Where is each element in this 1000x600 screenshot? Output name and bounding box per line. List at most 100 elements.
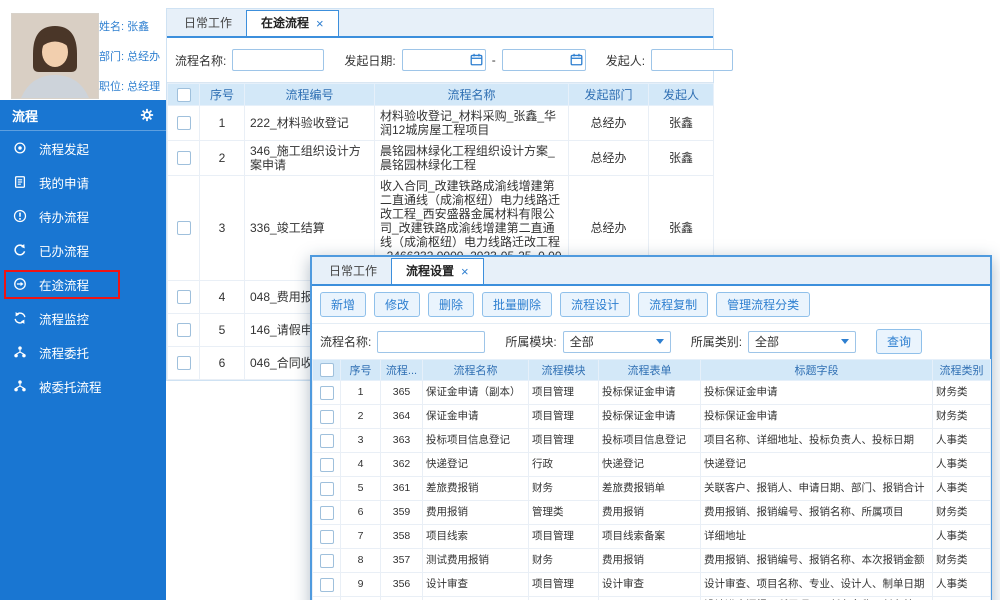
chevron-down-icon bbox=[841, 339, 849, 344]
checkbox[interactable] bbox=[320, 554, 334, 568]
checkbox[interactable] bbox=[320, 506, 334, 520]
cell-no: 4 bbox=[200, 281, 245, 314]
table-row[interactable]: 8357测试费用报销财务费用报销费用报销、报销编号、报销名称、本次报销金额财务类 bbox=[313, 549, 991, 573]
cell-form: 投标保证金申请 bbox=[599, 381, 701, 405]
checkbox[interactable] bbox=[320, 530, 334, 544]
sidebar-item-delegate[interactable]: 流程委托 bbox=[0, 335, 166, 369]
cell-fields: 投标保证金申请 bbox=[701, 381, 933, 405]
table-row[interactable]: 3363投标项目信息登记项目管理投标项目信息登记项目名称、详细地址、投标负责人、… bbox=[313, 429, 991, 453]
initiator-input[interactable] bbox=[651, 49, 733, 71]
cell-code: 355 bbox=[381, 597, 423, 600]
toolbar-button-manage-category[interactable]: 管理流程分类 bbox=[716, 292, 810, 317]
date-from-field bbox=[402, 49, 486, 71]
tab-close-icon[interactable]: × bbox=[461, 259, 469, 284]
checkbox[interactable] bbox=[320, 578, 334, 592]
date-range-separator: - bbox=[492, 53, 496, 67]
category-select[interactable]: 全部 bbox=[748, 331, 856, 353]
cell-code: 364 bbox=[381, 405, 423, 429]
toolbar-button-process-design[interactable]: 流程设计 bbox=[560, 292, 630, 317]
cell-no: 4 bbox=[341, 453, 381, 477]
table-row[interactable]: 1365保证金申请（副本）项目管理投标保证金申请投标保证金申请财务类 bbox=[313, 381, 991, 405]
checkbox[interactable] bbox=[177, 116, 191, 130]
select-all-header-cell bbox=[168, 84, 200, 106]
checkbox[interactable] bbox=[320, 363, 334, 377]
cell-no: 3 bbox=[341, 429, 381, 453]
table-row[interactable]: 4362快递登记行政快递登记快递登记人事类 bbox=[313, 453, 991, 477]
table-row[interactable]: 1222_材料验收登记材料验收登记_材料采购_张鑫_华润12城房屋工程项目总经办… bbox=[168, 106, 714, 141]
gear-icon[interactable] bbox=[140, 108, 154, 122]
tab-in-transit[interactable]: 在途流程 × bbox=[246, 10, 339, 36]
sidebar-item-label: 待办流程 bbox=[39, 207, 89, 226]
checkbox[interactable] bbox=[177, 151, 191, 165]
chevron-down-icon bbox=[656, 339, 664, 344]
profile-name: 姓名: 张鑫 bbox=[99, 18, 149, 34]
sidebar-item-my-applications[interactable]: 我的申请 bbox=[0, 165, 166, 199]
sidebar-item-in-transit[interactable]: 在途流程 bbox=[0, 267, 166, 301]
cell-name: 材料验收登记_材料采购_张鑫_华润12城房屋工程项目 bbox=[375, 106, 569, 141]
profile-position: 职位: 总经理 bbox=[99, 78, 160, 94]
checkbox[interactable] bbox=[177, 356, 191, 370]
row-select-cell bbox=[313, 477, 341, 501]
cell-name: 差旅费报销 bbox=[423, 477, 529, 501]
table-row[interactable]: 7358项目线索项目管理项目线索备案详细地址人事类 bbox=[313, 525, 991, 549]
row-select-cell bbox=[313, 549, 341, 573]
process-name-input[interactable] bbox=[232, 49, 324, 71]
sidebar-item-start[interactable]: 流程发起 bbox=[0, 131, 166, 165]
calendar-icon[interactable] bbox=[570, 53, 583, 66]
toolbar-button-process-copy[interactable]: 流程复制 bbox=[638, 292, 708, 317]
column-header: 流程名称 bbox=[375, 84, 569, 106]
tab-daily-work[interactable]: 日常工作 bbox=[315, 259, 391, 284]
toolbar-button-add[interactable]: 新增 bbox=[320, 292, 366, 317]
sidebar-menu: 流程发起我的申请待办流程已办流程在途流程流程监控流程委托被委托流程 bbox=[0, 131, 166, 403]
cell-no: 3 bbox=[200, 176, 245, 281]
user-profile-card: 姓名: 张鑫 部门: 总经办 职位: 总经理 bbox=[0, 0, 166, 100]
toolbar-button-delete[interactable]: 删除 bbox=[428, 292, 474, 317]
tab-process-settings[interactable]: 流程设置× bbox=[391, 258, 484, 284]
tab-label: 在途流程 bbox=[261, 11, 309, 36]
checkbox[interactable] bbox=[320, 482, 334, 496]
cell-name: 快递登记 bbox=[423, 453, 529, 477]
table-row[interactable]: 6359费用报销管理类费用报销费用报销、报销编号、报销名称、所属项目财务类 bbox=[313, 501, 991, 525]
cell-module: 管理类 bbox=[529, 501, 599, 525]
row-select-cell bbox=[313, 573, 341, 597]
toolbar-button-edit[interactable]: 修改 bbox=[374, 292, 420, 317]
checkbox[interactable] bbox=[320, 458, 334, 472]
table-row[interactable]: 5361差旅费报销财务差旅费报销单关联客户、报销人、申请日期、部门、报销合计人事… bbox=[313, 477, 991, 501]
toolbar-button-batch-delete[interactable]: 批量删除 bbox=[482, 292, 552, 317]
checkbox[interactable] bbox=[177, 221, 191, 235]
calendar-icon[interactable] bbox=[470, 53, 483, 66]
cell-form: 费用报销 bbox=[599, 549, 701, 573]
cell-category: 人事类 bbox=[933, 573, 991, 597]
table-row[interactable]: 2364保证金申请项目管理投标保证金申请投标保证金申请财务类 bbox=[313, 405, 991, 429]
cell-category: 财务类 bbox=[933, 549, 991, 573]
process-name-label: 流程名称: bbox=[175, 52, 226, 69]
sidebar-item-label: 流程发起 bbox=[39, 139, 89, 158]
checkbox[interactable] bbox=[177, 290, 191, 304]
checkbox[interactable] bbox=[320, 386, 334, 400]
checkbox[interactable] bbox=[177, 323, 191, 337]
cell-category: 人事类 bbox=[933, 525, 991, 549]
search-button[interactable]: 查询 bbox=[876, 329, 922, 354]
tab-close-icon[interactable]: × bbox=[316, 11, 324, 36]
table-row[interactable]: 10355设计进度汇报项目管理设计进度汇报设计进度汇报、所属项目、任务名称、任务… bbox=[313, 597, 991, 600]
sidebar-item-delegated[interactable]: 被委托流程 bbox=[0, 369, 166, 403]
cell-name: 费用报销 bbox=[423, 501, 529, 525]
checkbox[interactable] bbox=[320, 410, 334, 424]
table-row[interactable]: 9356设计审查项目管理设计审查设计审查、项目名称、专业、设计人、制单日期人事类 bbox=[313, 573, 991, 597]
sidebar-item-label: 流程委托 bbox=[39, 343, 89, 362]
module-select[interactable]: 全部 bbox=[563, 331, 671, 353]
checkbox[interactable] bbox=[320, 434, 334, 448]
window-process-settings: 日常工作流程设置× 新增修改删除批量删除流程设计流程复制管理流程分类 流程名称:… bbox=[310, 255, 992, 600]
table-row[interactable]: 2346_施工组织设计方案申请晨铭园林绿化工程组织设计方案_晨铭园林绿化工程总经… bbox=[168, 141, 714, 176]
cell-fields: 详细地址 bbox=[701, 525, 933, 549]
tab-daily-work[interactable]: 日常工作 bbox=[170, 11, 246, 36]
sidebar-item-done[interactable]: 已办流程 bbox=[0, 233, 166, 267]
process-name-input[interactable] bbox=[377, 331, 485, 353]
row-select-cell bbox=[313, 453, 341, 477]
cell-no: 6 bbox=[341, 501, 381, 525]
cell-module: 项目管理 bbox=[529, 429, 599, 453]
sidebar-item-monitor[interactable]: 流程监控 bbox=[0, 301, 166, 335]
checkbox[interactable] bbox=[177, 88, 191, 102]
sidebar-item-todo[interactable]: 待办流程 bbox=[0, 199, 166, 233]
column-header: 发起部门 bbox=[569, 84, 649, 106]
